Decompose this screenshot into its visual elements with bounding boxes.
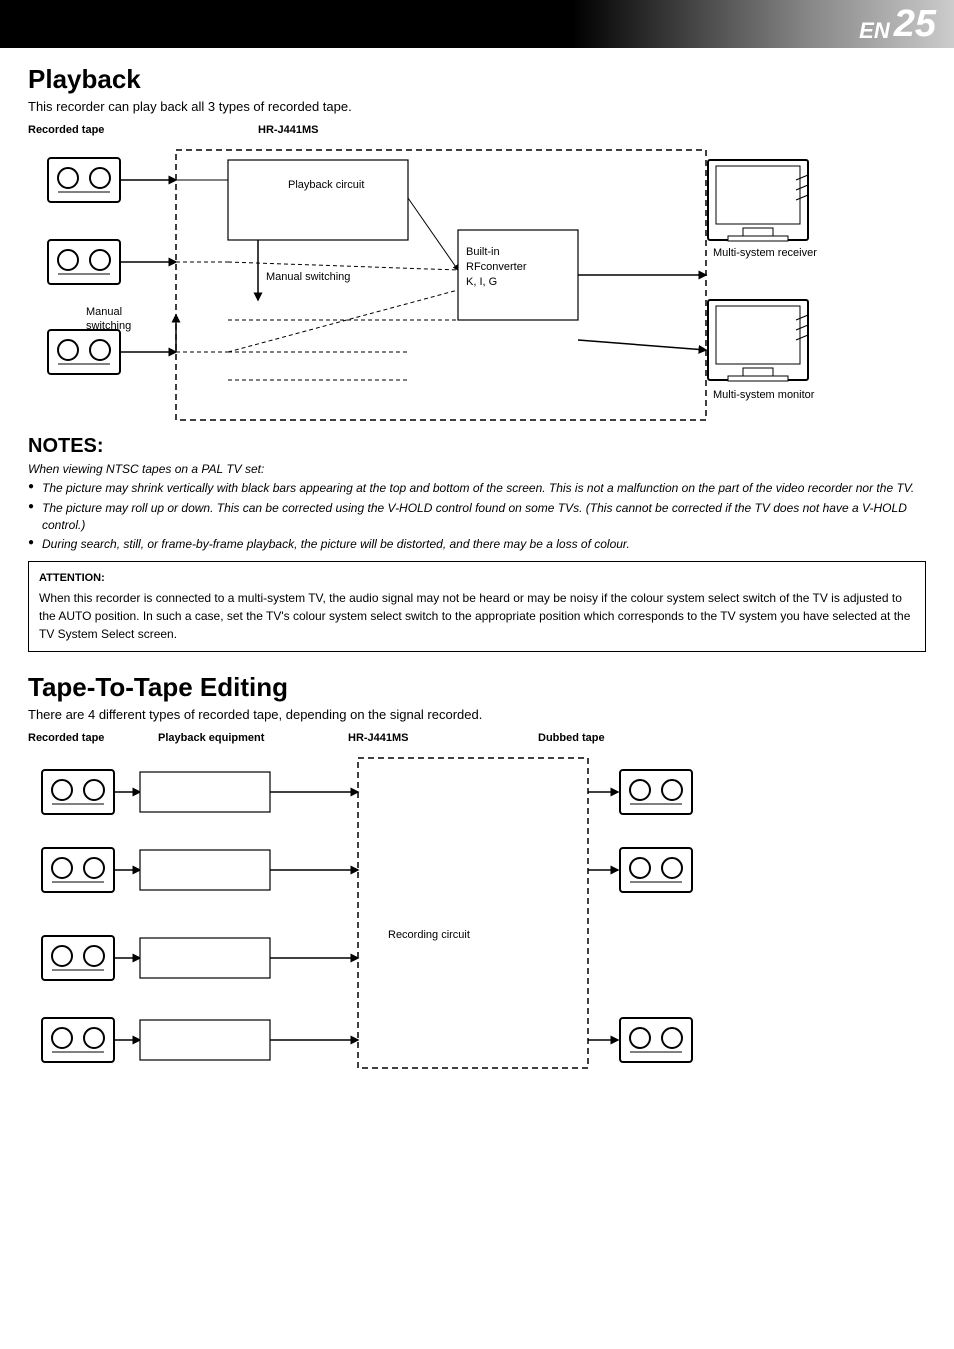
src-cassette-2 [42,848,114,892]
playback-diagram: Recorded tape HR-J441MS Playback circuit… [28,124,926,435]
svg-text:Manual switching: Manual switching [266,271,350,283]
cassette-1 [48,158,120,202]
dub-cassette-1 [620,770,692,814]
notes-viewing-context: When viewing NTSC tapes on a PAL TV set: [28,462,926,476]
playback-svg: Playback circuit Built-in RFconverter K,… [28,140,888,435]
tape-dubbed-label: Dubbed tape [538,732,605,744]
svg-text:Multi-system receiver: Multi-system receiver [713,247,817,259]
svg-text:Multi-system monitor: Multi-system monitor [713,389,815,401]
tape-editing-svg: Recording circuit [28,748,888,1088]
svg-text:Playback circuit: Playback circuit [288,179,364,191]
attention-box: ATTENTION: When this recorder is connect… [28,561,926,652]
en-label: EN [859,18,890,48]
recorded-tape-label: Recorded tape [28,124,148,136]
tape-editing-section: Tape-To-Tape Editing There are 4 differe… [28,672,926,1088]
src-cassette-4 [42,1018,114,1062]
tv-monitor [708,300,808,381]
src-cassette-3 [42,936,114,980]
svg-text:switching: switching [86,320,131,332]
playback-title: Playback [28,64,926,95]
playback-subtitle: This recorder can play back all 3 types … [28,99,926,114]
page-number: 25 [894,5,936,43]
notes-section: NOTES: When viewing NTSC tapes on a PAL … [28,435,926,652]
src-cassette-1 [42,770,114,814]
dub-cassette-2 [620,848,692,892]
tape-model-label: HR-J441MS [348,732,518,744]
svg-text:RFconverter: RFconverter [466,261,527,273]
notes-item-2: The picture may roll up or down. This ca… [28,500,926,534]
cassette-3 [48,330,120,374]
model-label: HR-J441MS [258,124,319,136]
tape-editing-subtitle: There are 4 different types of recorded … [28,707,926,722]
notes-title: NOTES: [28,435,926,458]
main-content: Playback This recorder can play back all… [0,48,954,1108]
tape-editing-title: Tape-To-Tape Editing [28,672,926,703]
svg-text:Built-in: Built-in [466,246,500,258]
notes-item-3: During search, still, or frame-by-frame … [28,536,926,553]
svg-text:Manual: Manual [86,306,122,318]
tape-playback-label: Playback equipment [158,732,328,744]
svg-text:K, I, G: K, I, G [466,276,497,288]
tape-recorded-label: Recorded tape [28,732,138,744]
tv-receiver [708,160,808,241]
attention-text: When this recorder is connected to a mul… [39,589,915,643]
dub-cassette-4 [620,1018,692,1062]
notes-list: The picture may shrink vertically with b… [28,480,926,553]
svg-text:Recording circuit: Recording circuit [388,929,470,941]
cassette-2 [48,240,120,284]
header-bar: EN 25 [0,0,954,48]
notes-item-1: The picture may shrink vertically with b… [28,480,926,497]
attention-title: ATTENTION: [39,570,915,587]
